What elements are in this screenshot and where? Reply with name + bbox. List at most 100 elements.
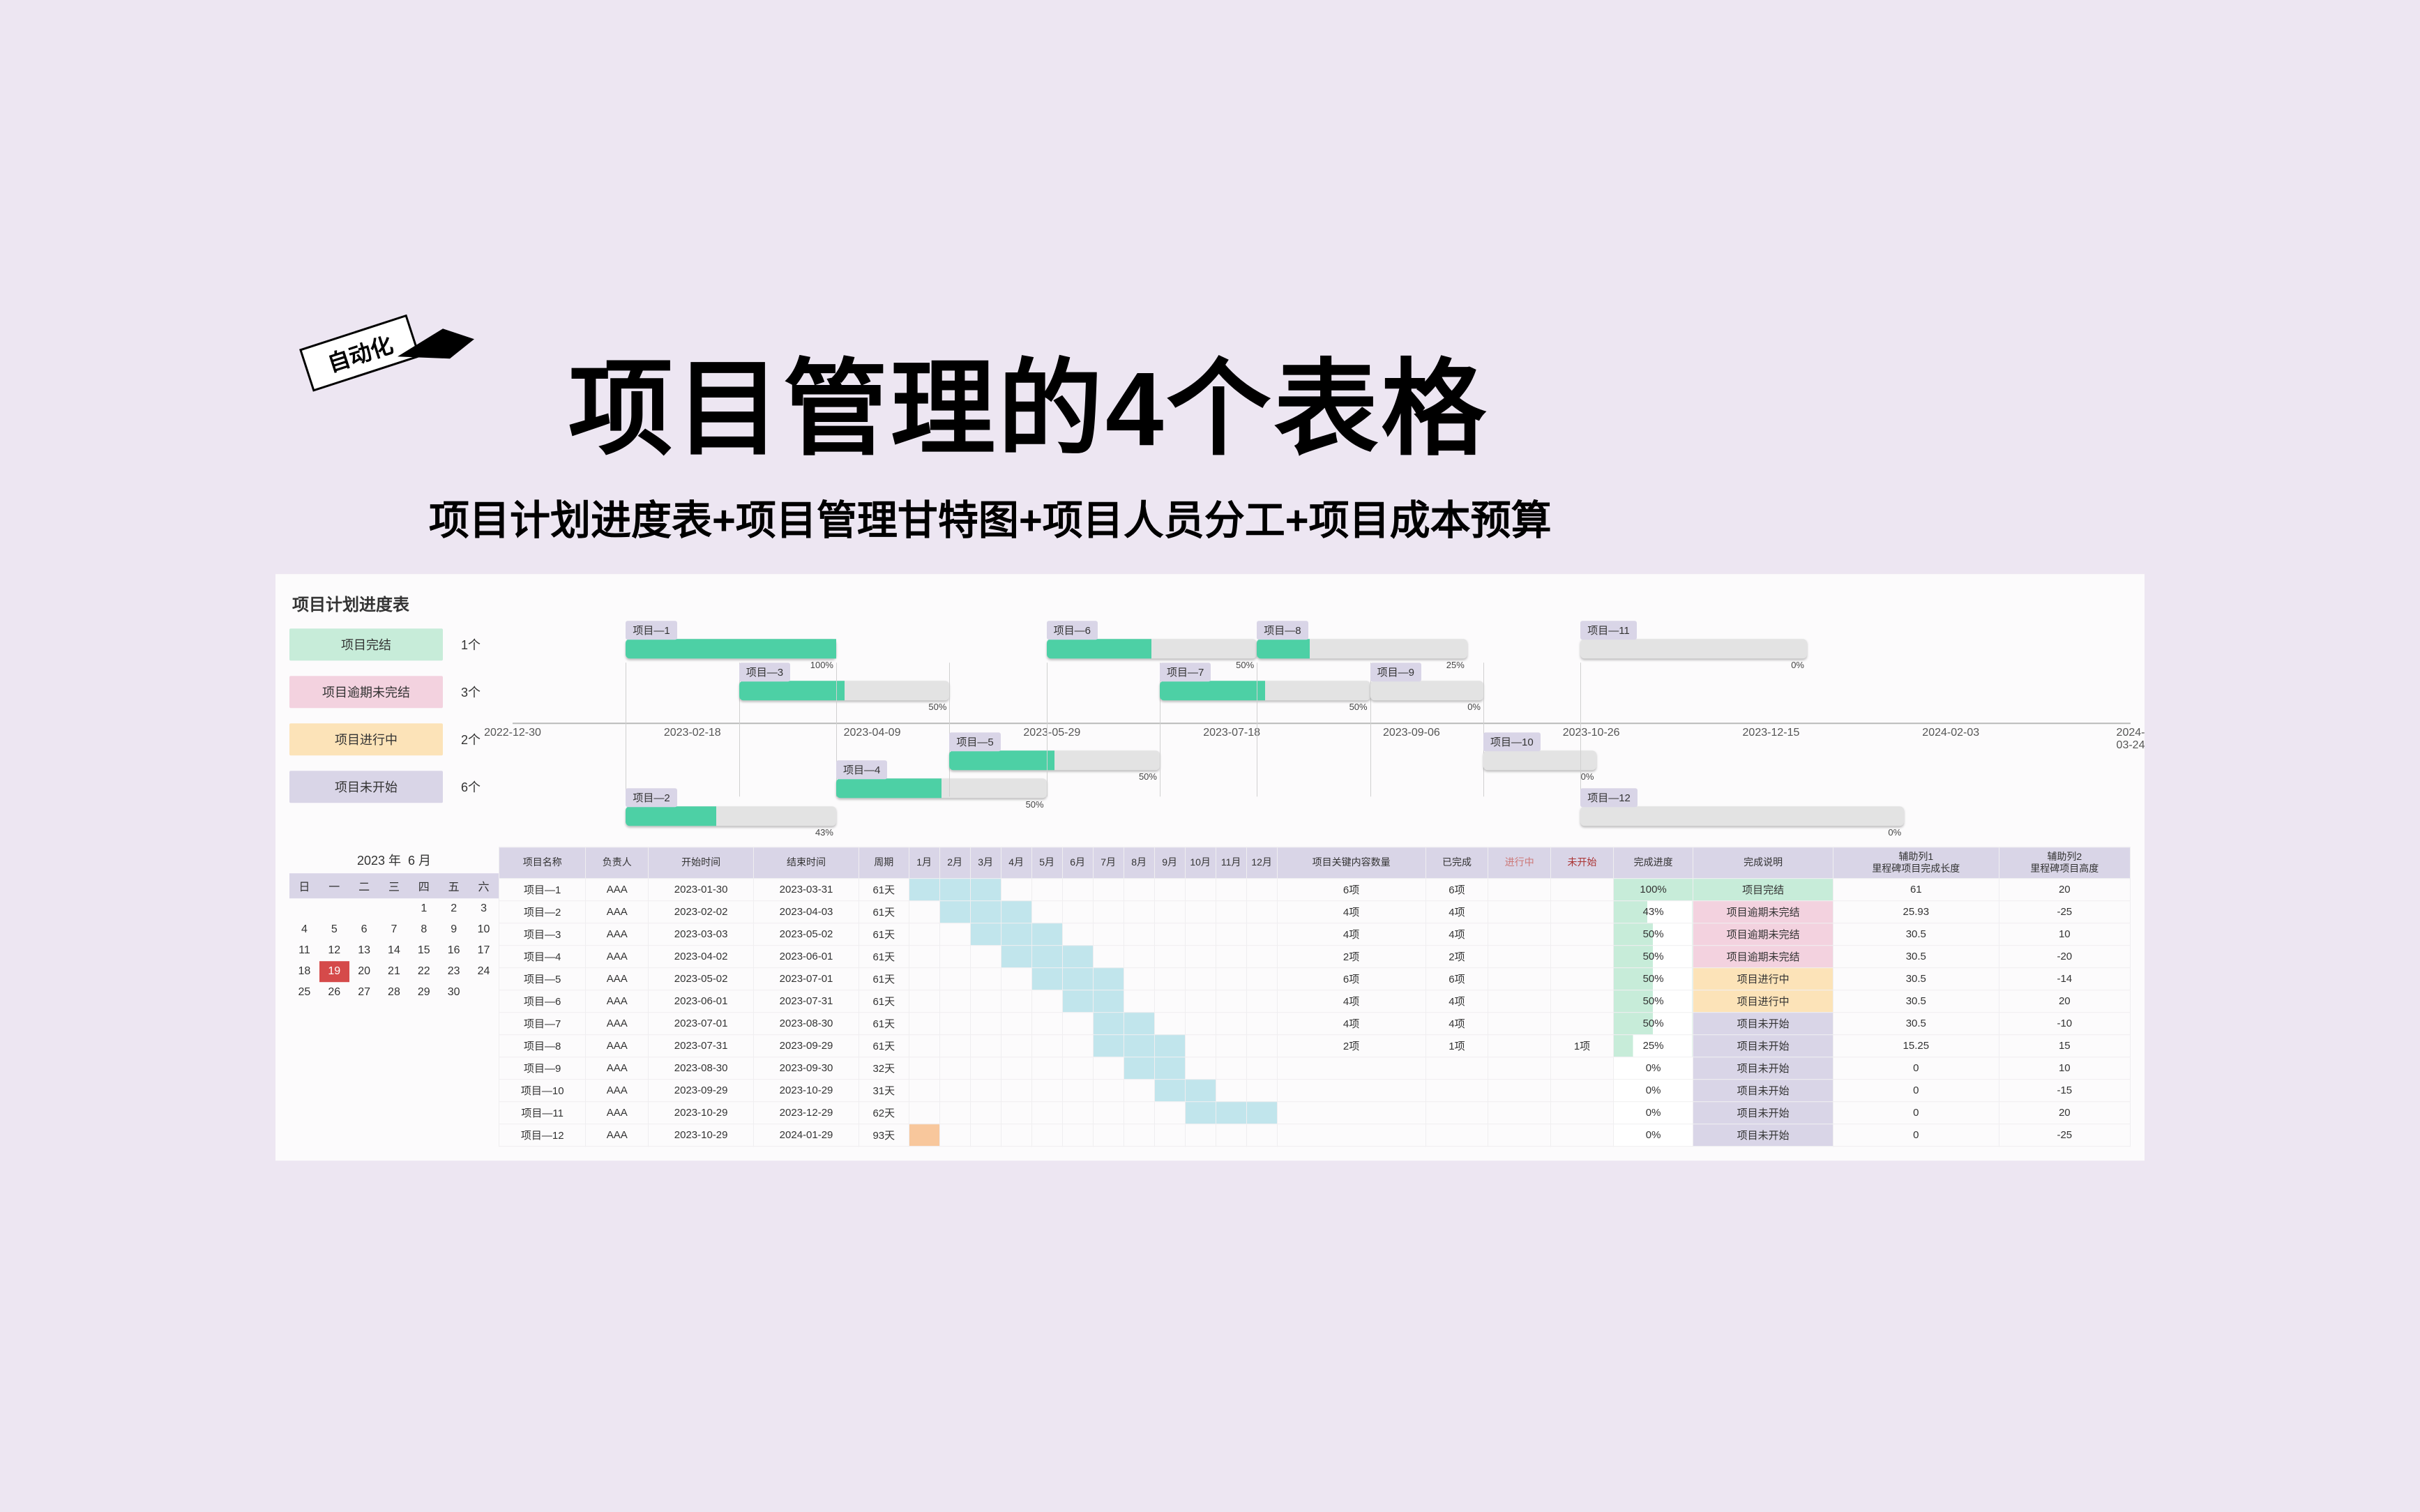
cell[interactable]: 项目—5 xyxy=(499,967,586,990)
cell[interactable] xyxy=(1185,900,1216,923)
cell[interactable]: 2项 xyxy=(1277,945,1425,967)
cell[interactable]: -20 xyxy=(1999,945,2130,967)
cell[interactable] xyxy=(970,1012,1001,1034)
gantt-bar[interactable]: 项目—5 50% xyxy=(949,750,1160,770)
gantt-bar[interactable]: 项目—4 50% xyxy=(836,778,1047,798)
table-row[interactable]: 项目—1AAA2023-01-302023-03-3161天6项6项 100%项… xyxy=(499,878,2131,900)
col-prog[interactable]: 进行中 xyxy=(1488,847,1551,879)
cell[interactable] xyxy=(1551,1079,1614,1101)
cell[interactable] xyxy=(1551,1124,1614,1146)
cell[interactable]: 项目进行中 xyxy=(1693,990,1833,1012)
gantt-bar[interactable]: 项目—1 100% xyxy=(626,639,836,658)
cell[interactable] xyxy=(1124,900,1154,923)
cell[interactable] xyxy=(1154,1101,1185,1124)
cell[interactable] xyxy=(1488,1057,1551,1079)
cell[interactable] xyxy=(1488,878,1551,900)
gantt-bar[interactable]: 项目—2 43% xyxy=(626,806,836,826)
cell[interactable] xyxy=(1551,1012,1614,1034)
cell[interactable] xyxy=(1001,900,1031,923)
cell[interactable]: -10 xyxy=(1999,1012,2130,1034)
col-month[interactable]: 10月 xyxy=(1185,847,1216,879)
cell[interactable]: 32天 xyxy=(859,1057,909,1079)
cell[interactable] xyxy=(939,1057,970,1079)
cell[interactable]: 4项 xyxy=(1425,923,1488,945)
col-month[interactable]: 2月 xyxy=(939,847,970,879)
cell[interactable]: 项目—2 xyxy=(499,900,586,923)
col-head[interactable]: 周期 xyxy=(859,847,909,879)
cell[interactable] xyxy=(1124,945,1154,967)
cell[interactable] xyxy=(1124,1079,1154,1101)
table-row[interactable]: 项目—4AAA2023-04-022023-06-0161天2项2项 50%项目… xyxy=(499,945,2131,967)
cell[interactable]: 项目—7 xyxy=(499,1012,586,1034)
cell[interactable]: -14 xyxy=(1999,967,2130,990)
cell[interactable]: 62天 xyxy=(859,1101,909,1124)
cell[interactable]: 25.93 xyxy=(1833,900,1999,923)
col-head[interactable]: 负责人 xyxy=(586,847,649,879)
table-row[interactable]: 项目—11AAA2023-10-292023-12-2962天 0%项目未开始0… xyxy=(499,1101,2131,1124)
cell[interactable] xyxy=(1062,1057,1093,1079)
cell[interactable] xyxy=(970,990,1001,1012)
cell[interactable] xyxy=(1246,1101,1277,1124)
cell[interactable] xyxy=(1001,1101,1031,1124)
cell[interactable] xyxy=(1093,1079,1124,1101)
cell[interactable] xyxy=(1031,1124,1062,1146)
cell[interactable]: 2023-08-30 xyxy=(754,1012,859,1034)
cell[interactable] xyxy=(1031,1012,1062,1034)
cell[interactable] xyxy=(1216,1034,1246,1057)
cell[interactable]: 2023-07-01 xyxy=(649,1012,754,1034)
cell[interactable] xyxy=(1246,1034,1277,1057)
cell[interactable] xyxy=(1246,945,1277,967)
col-month[interactable]: 1月 xyxy=(909,847,939,879)
cell[interactable] xyxy=(1246,1124,1277,1146)
cell[interactable] xyxy=(1154,1124,1185,1146)
cell[interactable] xyxy=(1062,1101,1093,1124)
cell[interactable] xyxy=(1154,878,1185,900)
col-done[interactable]: 已完成 xyxy=(1425,847,1488,879)
cell[interactable] xyxy=(1001,1057,1031,1079)
cell[interactable]: 2023-06-01 xyxy=(649,990,754,1012)
cell[interactable] xyxy=(1124,1101,1154,1124)
cell[interactable]: 61天 xyxy=(859,1012,909,1034)
cell[interactable] xyxy=(1551,923,1614,945)
cell[interactable]: 43% xyxy=(1613,900,1693,923)
cell[interactable] xyxy=(1062,1012,1093,1034)
cell[interactable]: 50% xyxy=(1613,945,1693,967)
cell[interactable] xyxy=(909,900,939,923)
cell[interactable]: 61天 xyxy=(859,900,909,923)
cell[interactable]: 0 xyxy=(1833,1101,1999,1124)
cal-day[interactable]: 1 xyxy=(409,898,439,919)
cal-day[interactable]: 4 xyxy=(289,919,319,940)
cell[interactable]: 2023-10-29 xyxy=(754,1079,859,1101)
cell[interactable] xyxy=(970,1034,1001,1057)
cell[interactable] xyxy=(1216,923,1246,945)
cell[interactable] xyxy=(1093,990,1124,1012)
gantt-bar[interactable]: 项目—6 50% xyxy=(1047,639,1257,658)
cell[interactable] xyxy=(1246,1057,1277,1079)
cal-day[interactable]: 22 xyxy=(409,961,439,982)
table-row[interactable]: 项目—6AAA2023-06-012023-07-3161天4项4项 50%项目… xyxy=(499,990,2131,1012)
cell[interactable]: 30.5 xyxy=(1833,945,1999,967)
cell[interactable] xyxy=(1001,945,1031,967)
cell[interactable] xyxy=(939,990,970,1012)
cal-day[interactable]: 17 xyxy=(469,940,499,961)
cell[interactable] xyxy=(909,1034,939,1057)
cell[interactable] xyxy=(1185,1057,1216,1079)
cell[interactable] xyxy=(1062,1124,1093,1146)
col-stat[interactable]: 完成说明 xyxy=(1693,847,1833,879)
cell[interactable]: AAA xyxy=(586,967,649,990)
cell[interactable] xyxy=(970,900,1001,923)
cell[interactable]: 2023-09-29 xyxy=(754,1034,859,1057)
cell[interactable] xyxy=(1216,1124,1246,1146)
gantt-bar[interactable]: 项目—11 0% xyxy=(1580,639,1807,658)
cell[interactable] xyxy=(1124,1124,1154,1146)
cal-day[interactable]: 26 xyxy=(319,982,349,1003)
cell[interactable]: 项目—4 xyxy=(499,945,586,967)
cell[interactable] xyxy=(1488,1079,1551,1101)
cell[interactable]: 4项 xyxy=(1277,900,1425,923)
cell[interactable] xyxy=(1093,1124,1124,1146)
cell[interactable] xyxy=(1124,1034,1154,1057)
cell[interactable]: 61 xyxy=(1833,878,1999,900)
cell[interactable]: 2项 xyxy=(1425,945,1488,967)
cell[interactable] xyxy=(939,1034,970,1057)
gantt-bar[interactable]: 项目—8 25% xyxy=(1257,639,1467,658)
